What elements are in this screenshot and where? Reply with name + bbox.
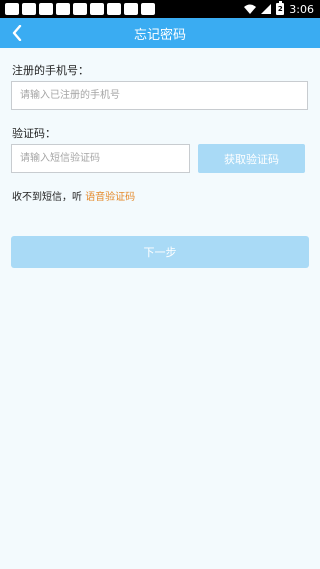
- sms-code-input[interactable]: [11, 144, 190, 173]
- battery-icon: 2: [276, 1, 285, 15]
- signal-icon: [261, 4, 272, 14]
- notification-icon: [56, 3, 70, 15]
- phone-label: 注册的手机号：: [12, 64, 89, 77]
- wifi-icon: [244, 4, 257, 14]
- notification-area: [0, 3, 155, 15]
- voice-code-row: 收不到短信，听 语音验证码: [12, 188, 135, 203]
- notification-icon: [39, 3, 53, 15]
- phone-input[interactable]: [11, 81, 308, 110]
- notification-icon: [73, 3, 87, 15]
- notification-icon: [124, 3, 138, 15]
- status-right: 2 3:06: [244, 0, 314, 18]
- notification-icon: [5, 3, 19, 15]
- code-label: 验证码：: [12, 127, 56, 140]
- page-title: 忘记密码: [133, 27, 186, 43]
- voice-code-link[interactable]: 语音验证码: [85, 192, 135, 203]
- next-step-button[interactable]: 下一步: [11, 236, 309, 268]
- notification-icon: [107, 3, 121, 15]
- title-bar: 忘记密码: [0, 18, 320, 48]
- status-time: 3:06: [289, 2, 314, 16]
- notification-icon: [141, 3, 155, 15]
- get-code-button[interactable]: 获取验证码: [198, 144, 305, 173]
- status-bar: 2 3:06: [0, 0, 320, 18]
- notification-icon: [22, 3, 36, 15]
- notification-icon: [90, 3, 104, 15]
- chevron-left-icon[interactable]: [6, 22, 28, 44]
- no-sms-text: 收不到短信，听: [12, 192, 82, 203]
